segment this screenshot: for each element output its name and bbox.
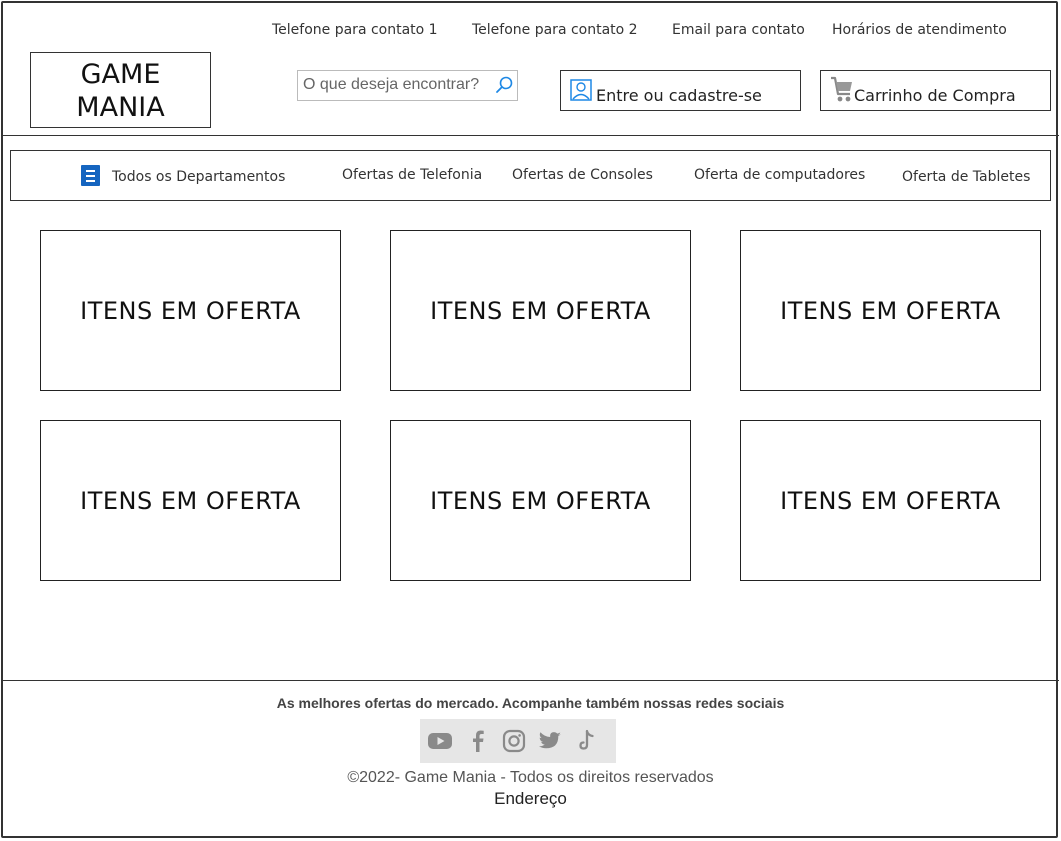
facebook-icon[interactable] bbox=[465, 728, 491, 754]
topnav-email[interactable]: Email para contato bbox=[672, 22, 805, 38]
offer-card[interactable]: ITENS EM OFERTA bbox=[740, 420, 1041, 581]
offer-card[interactable]: ITENS EM OFERTA bbox=[40, 420, 341, 581]
offer-card[interactable]: ITENS EM OFERTA bbox=[40, 230, 341, 391]
tiktok-icon[interactable] bbox=[573, 728, 599, 754]
offer-card[interactable]: ITENS EM OFERTA bbox=[390, 420, 691, 581]
cart-button[interactable]: Carrinho de Compra bbox=[820, 70, 1051, 111]
category-computadores[interactable]: Oferta de computadores bbox=[694, 167, 865, 183]
shopping-cart-icon bbox=[831, 76, 852, 102]
logo[interactable]: GAME MANIA bbox=[30, 52, 211, 128]
topnav-phone-2[interactable]: Telefone para contato 2 bbox=[472, 22, 638, 38]
menu-icon[interactable] bbox=[81, 165, 100, 186]
search-input[interactable] bbox=[298, 71, 493, 99]
category-all-departments[interactable]: Todos os Departamentos bbox=[112, 169, 285, 185]
category-bar: Todos os Departamentos Ofertas de Telefo… bbox=[10, 150, 1051, 201]
category-tabletes[interactable]: Oferta de Tabletes bbox=[902, 169, 1030, 185]
footer-tagline: As melhores ofertas do mercado. Acompanh… bbox=[276, 695, 785, 711]
login-label: Entre ou cadastre-se bbox=[596, 86, 762, 105]
offer-card[interactable]: ITENS EM OFERTA bbox=[390, 230, 691, 391]
address: Endereço bbox=[494, 789, 567, 808]
copyright: ©2022- Game Mania - Todos os direitos re… bbox=[347, 769, 714, 786]
category-consoles[interactable]: Ofertas de Consoles bbox=[512, 167, 653, 183]
header-divider bbox=[2, 135, 1059, 136]
topnav-hours[interactable]: Horários de atendimento bbox=[832, 22, 1007, 38]
login-button[interactable]: Entre ou cadastre-se bbox=[560, 70, 801, 111]
search-box bbox=[297, 70, 518, 101]
offer-card[interactable]: ITENS EM OFERTA bbox=[740, 230, 1041, 391]
user-icon bbox=[570, 79, 592, 101]
topnav-phone-1[interactable]: Telefone para contato 1 bbox=[272, 22, 438, 38]
cart-label: Carrinho de Compra bbox=[854, 86, 1016, 105]
logo-line-2: MANIA bbox=[76, 92, 165, 123]
instagram-icon[interactable] bbox=[501, 728, 527, 754]
youtube-icon[interactable] bbox=[427, 728, 453, 754]
twitter-icon[interactable] bbox=[537, 728, 563, 754]
social-links bbox=[420, 719, 616, 763]
logo-line-1: GAME bbox=[80, 59, 161, 90]
footer-divider bbox=[2, 680, 1059, 681]
search-icon[interactable] bbox=[495, 76, 513, 94]
category-telefonia[interactable]: Ofertas de Telefonia bbox=[342, 167, 482, 183]
